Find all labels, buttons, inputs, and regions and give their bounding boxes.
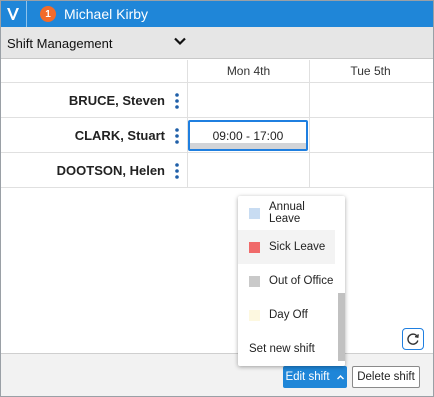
menu-item-out-of-office[interactable]: Out of Office <box>238 264 335 298</box>
refresh-button[interactable] <box>402 328 424 350</box>
menu-item-label: Annual Leave <box>269 201 305 225</box>
chevron-down-icon <box>174 37 186 46</box>
shift-time: 09:00 - 17:00 <box>212 128 284 143</box>
schedule-grid: Mon 4th Tue 5th BRUCE, Steven CLARK, Stu… <box>1 60 433 352</box>
user-name[interactable]: Michael Kirby <box>64 6 148 22</box>
kebab-menu-icon[interactable] <box>172 127 182 145</box>
menu-item-set-new-shift[interactable]: Set new shift <box>238 332 335 366</box>
menu-item-annual-leave[interactable]: Annual Leave <box>238 196 335 230</box>
employee-name: BRUCE, Steven <box>68 93 165 108</box>
notification-badge[interactable]: 1 <box>40 6 56 22</box>
module-label: Shift Management <box>7 35 113 51</box>
module-dropdown[interactable]: Shift Management <box>7 27 187 59</box>
menu-scrollbar[interactable] <box>338 293 345 361</box>
menu-item-label: Out of Office <box>269 275 334 287</box>
sick-leave-swatch <box>249 241 260 253</box>
kebab-menu-icon[interactable] <box>172 92 182 110</box>
edit-shift-menu: Annual Leave Sick Leave Out of Office Da… <box>238 196 345 366</box>
table-row: BRUCE, Steven <box>1 83 433 118</box>
bottom-toolbar: Edit shift Delete shift <box>1 353 433 396</box>
edit-shift-button[interactable]: Edit shift <box>283 366 347 388</box>
delete-shift-button[interactable]: Delete shift <box>352 366 420 388</box>
menu-item-day-off[interactable]: Day Off <box>238 298 335 332</box>
module-bar: Shift Management <box>1 27 433 59</box>
shift-cell-selected[interactable]: 09:00 - 17:00 <box>188 120 308 151</box>
menu-item-label: Day Off <box>269 309 308 321</box>
menu-item-label: Sick Leave <box>269 241 326 253</box>
chevron-up-icon <box>336 374 344 379</box>
shift-status-bar <box>190 143 306 149</box>
out-of-office-swatch <box>249 275 260 287</box>
app-window: 1 Michael Kirby Shift Management Mon 4th… <box>0 0 434 397</box>
column-header-mon: Mon 4th <box>226 64 271 78</box>
table-row: DOOTSON, Helen <box>1 153 433 188</box>
refresh-icon <box>407 333 419 345</box>
annual-leave-swatch <box>249 207 260 219</box>
day-off-swatch <box>249 309 260 321</box>
edit-shift-label: Edit shift <box>285 371 330 383</box>
kebab-menu-icon[interactable] <box>172 162 182 180</box>
menu-item-sick-leave[interactable]: Sick Leave <box>238 230 335 264</box>
employee-name: DOOTSON, Helen <box>56 163 165 178</box>
menu-item-label: Set new shift <box>249 343 315 355</box>
employee-name: CLARK, Stuart <box>74 128 165 143</box>
v-logo-icon[interactable] <box>1 1 27 27</box>
column-header-tue: Tue 5th <box>350 64 391 78</box>
table-row: CLARK, Stuart 09:00 - 17:00 <box>1 118 433 153</box>
app-header: 1 Michael Kirby <box>1 1 433 27</box>
